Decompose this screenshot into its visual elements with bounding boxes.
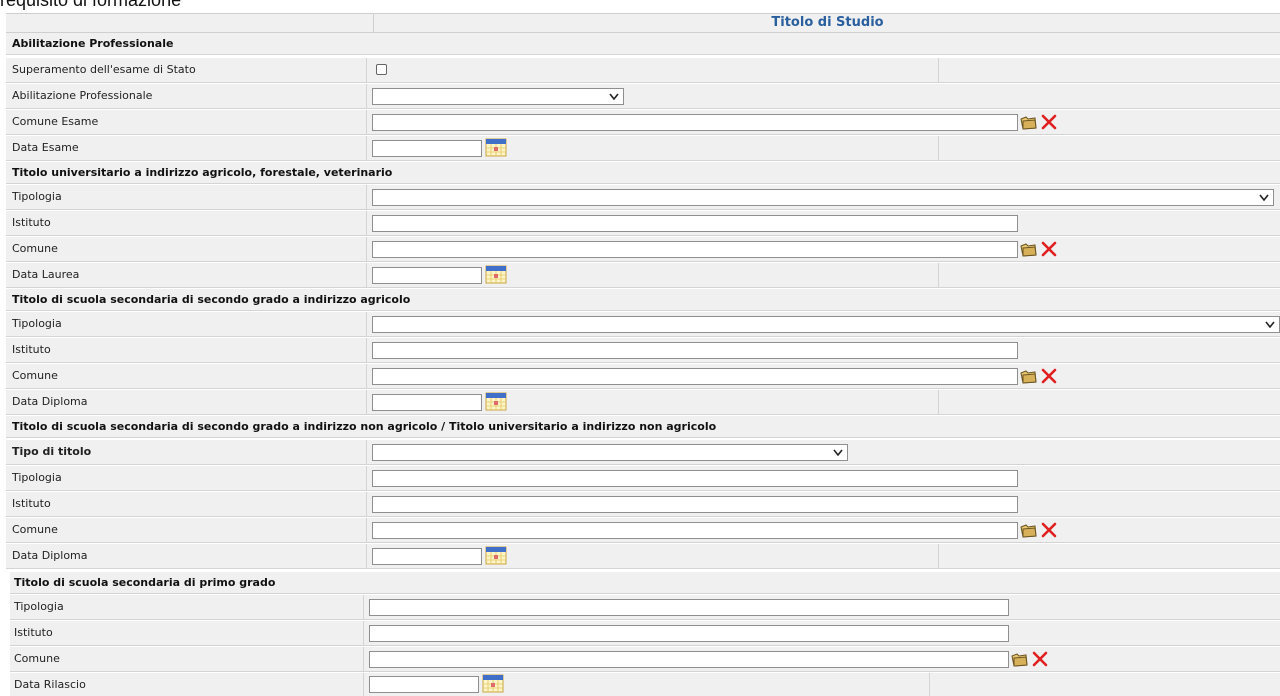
row-data-laurea: Data Laurea [6,263,1280,288]
comune-input[interactable] [372,522,1018,539]
row-data-esame: Data Esame [6,136,1280,161]
clear-x-icon[interactable] [1041,114,1057,130]
row-comune: Comune [6,518,1280,543]
row-tipologia: Tipologia [6,466,1280,491]
tipologia-input[interactable] [369,599,1009,616]
row-comune: Comune [6,237,1280,262]
istituto-input[interactable] [372,215,1018,232]
row-tipo-titolo: Tipo di titolo [6,440,1280,465]
row-tipologia: Tipologia [6,185,1280,210]
row-label: Data Diploma [12,395,88,408]
section-title: Titolo di scuola secondaria di primo gra… [14,576,276,589]
esame-stato-checkbox[interactable] [376,64,387,75]
row-label: Comune [12,523,58,536]
data-rilascio-input[interactable] [369,676,479,693]
row-istituto: Istituto [6,211,1280,236]
row-label: Tipo di titolo [12,445,92,458]
row-data-diploma: Data Diploma [6,390,1280,415]
comune-input[interactable] [372,368,1018,385]
row-label: Tipologia [12,190,62,203]
comune-input[interactable] [369,651,1009,668]
section-title: Titolo di scuola secondaria di secondo g… [12,293,411,306]
row-abilitazione: Abilitazione Professionale [6,84,1280,109]
istituto-input[interactable] [372,342,1018,359]
calendar-icon[interactable] [482,674,504,693]
tipologia-select[interactable] [372,316,1280,333]
section-abilitazione: Abilitazione Professionale [6,33,1280,55]
row-label: Tipologia [12,471,62,484]
section-secondaria-agricolo: Titolo di scuola secondaria di secondo g… [6,289,1280,311]
row-label: Data Rilascio [14,678,86,691]
istituto-input[interactable] [369,625,1009,642]
row-label: Comune [12,242,58,255]
row-comune: Comune [6,364,1280,389]
chevron-down-icon [833,449,843,457]
clear-x-icon[interactable] [1041,241,1057,257]
abilitazione-select[interactable] [372,88,624,105]
section-non-agricolo: Titolo di scuola secondaria di secondo g… [6,416,1280,438]
row-label: Comune [14,652,60,665]
section-universitario: Titolo universitario a indirizzo agricol… [6,162,1280,184]
chevron-down-icon [609,93,619,101]
folder-search-icon[interactable] [1020,115,1037,130]
data-laurea-input[interactable] [372,267,482,284]
calendar-icon[interactable] [485,546,507,565]
section-title: Abilitazione Professionale [12,37,174,50]
section-primo-grado: Titolo di scuola secondaria di primo gra… [10,572,1280,594]
row-label: Istituto [12,216,51,229]
row-label: Abilitazione Professionale [12,89,153,102]
comune-input[interactable] [372,241,1018,258]
folder-search-icon[interactable] [1011,652,1028,667]
row-tipologia: Tipologia [10,595,1280,620]
row-label: Istituto [12,497,51,510]
folder-search-icon[interactable] [1020,369,1037,384]
data-diploma-input[interactable] [372,548,482,565]
comune-esame-input[interactable] [372,114,1018,131]
row-label: Data Laurea [12,268,80,281]
row-label: Tipologia [12,317,62,330]
tipologia-input[interactable] [372,470,1018,487]
row-istituto: Istituto [6,492,1280,517]
calendar-icon[interactable] [485,138,507,157]
clear-x-icon[interactable] [1032,651,1048,667]
row-esame-stato: Superamento dell'esame di Stato [6,58,1280,83]
page-caption: requisito di formazione [0,0,182,10]
folder-search-icon[interactable] [1020,523,1037,538]
clear-x-icon[interactable] [1041,368,1057,384]
row-label: Istituto [12,343,51,356]
section-title: Titolo universitario a indirizzo agricol… [12,166,393,179]
row-istituto: Istituto [6,338,1280,363]
data-esame-input[interactable] [372,140,482,157]
chevron-down-icon [1259,194,1269,202]
calendar-icon[interactable] [485,265,507,284]
row-label: Comune Esame [12,115,99,128]
row-comune-esame: Comune Esame [6,110,1280,135]
data-diploma-input[interactable] [372,394,482,411]
row-label: Istituto [14,626,53,639]
row-label: Tipologia [14,600,64,613]
row-label: Comune [12,369,58,382]
table-header: Titolo di Studio [6,13,1280,33]
istituto-input[interactable] [372,496,1018,513]
row-istituto: Istituto [10,621,1280,646]
row-data-rilascio: Data Rilascio [10,673,1280,696]
tipo-titolo-select[interactable] [372,444,848,461]
folder-search-icon[interactable] [1020,242,1037,257]
row-data-diploma: Data Diploma [6,544,1280,569]
row-tipologia: Tipologia [6,312,1280,337]
section-title: Titolo di scuola secondaria di secondo g… [12,420,717,433]
chevron-down-icon [1265,321,1275,329]
row-label: Superamento dell'esame di Stato [12,63,196,76]
row-label: Data Diploma [12,549,88,562]
tipologia-select[interactable] [372,189,1274,206]
calendar-icon[interactable] [485,392,507,411]
row-label: Data Esame [12,141,79,154]
row-comune: Comune [10,647,1280,672]
clear-x-icon[interactable] [1041,522,1057,538]
header-title: Titolo di Studio [373,14,1280,32]
